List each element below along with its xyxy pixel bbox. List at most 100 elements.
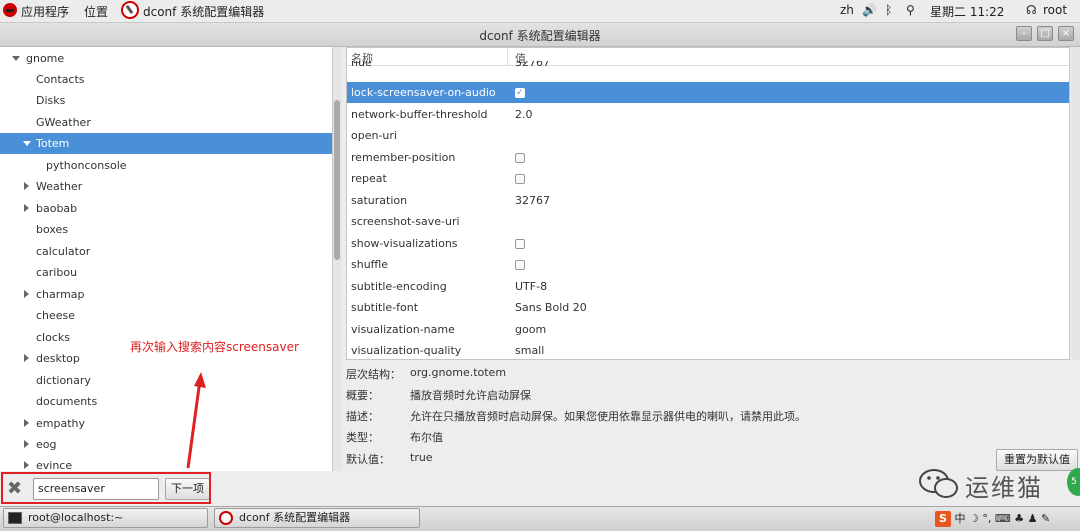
- table-row[interactable]: subtitle-encoding UTF-8: [347, 276, 1069, 297]
- accessibility-icon[interactable]: ⚲: [906, 3, 915, 17]
- type-label: 类型：: [346, 431, 379, 444]
- key-value[interactable]: goom: [515, 319, 546, 340]
- tree-item-baobab[interactable]: baobab: [0, 198, 330, 219]
- tools-icon[interactable]: ✎: [1041, 512, 1050, 525]
- key-name: saturation: [351, 194, 408, 207]
- keyboard-icon[interactable]: ⌨: [995, 512, 1011, 525]
- sogou-ime-icon[interactable]: S: [935, 511, 951, 527]
- expander-down-icon[interactable]: [12, 56, 20, 61]
- expander-down-icon[interactable]: [23, 141, 31, 146]
- table-row[interactable]: show-visualizations: [347, 233, 1069, 254]
- annotation-highlight-box: [1, 472, 211, 504]
- table-row[interactable]: remember-position: [347, 147, 1069, 168]
- minimize-button[interactable]: –: [1016, 26, 1032, 41]
- close-button[interactable]: ×: [1058, 26, 1074, 41]
- expander-right-icon[interactable]: [24, 290, 29, 298]
- key-value[interactable]: 2.0: [515, 104, 533, 125]
- tree-item-label: Totem: [36, 137, 70, 150]
- tree-item-calculator[interactable]: calculator: [36, 241, 90, 262]
- clock[interactable]: 星期二 11:22: [930, 3, 1004, 20]
- table-row[interactable]: saturation 32767: [347, 190, 1069, 211]
- tree-scrollbar-thumb[interactable]: [334, 100, 340, 260]
- taskbar-item-dconf[interactable]: dconf 系统配置编辑器: [214, 508, 420, 528]
- tree-item-gweather[interactable]: GWeather: [36, 112, 91, 133]
- checkbox[interactable]: [515, 174, 525, 184]
- tree-item-boxes[interactable]: boxes: [36, 219, 68, 240]
- ime-mode-label[interactable]: 中: [955, 512, 966, 525]
- table-row[interactable]: repeat: [347, 168, 1069, 189]
- window-title: dconf 系统配置编辑器: [479, 29, 601, 43]
- key-name: shuffle: [351, 258, 389, 271]
- table-scrollbar[interactable]: [1071, 47, 1080, 360]
- maximize-button[interactable]: □: [1037, 26, 1053, 41]
- checkbox[interactable]: [515, 153, 525, 163]
- input-language-indicator[interactable]: zh: [840, 3, 854, 17]
- table-row-selected[interactable]: lock-screensaver-on-audio: [347, 82, 1069, 104]
- default-value: true: [410, 451, 433, 464]
- expander-right-icon[interactable]: [24, 461, 29, 469]
- table-row[interactable]: network-buffer-threshold 2.0: [347, 104, 1069, 125]
- key-value[interactable]: Sans Bold 20: [515, 297, 587, 318]
- expander-right-icon[interactable]: [24, 354, 29, 362]
- checkbox[interactable]: [515, 260, 525, 270]
- gnome-top-bar: 应用程序 位置 dconf 系统配置编辑器 zh 🔊 ᛒ ⚲ 星期二 11:22…: [0, 0, 1080, 23]
- dconf-icon: [219, 511, 233, 525]
- tree-item-documents[interactable]: documents: [36, 391, 97, 412]
- key-value[interactable]: 32767: [515, 190, 550, 211]
- volume-icon[interactable]: 🔊: [862, 3, 877, 17]
- ime-tray[interactable]: S 中 ☽ °, ⌨ ♣ ♟ ✎: [935, 510, 1050, 528]
- expander-right-icon[interactable]: [24, 440, 29, 448]
- table-row[interactable]: subtitle-font Sans Bold 20: [347, 297, 1069, 318]
- tree-item-caribou[interactable]: caribou: [36, 262, 77, 283]
- table-row[interactable]: shuffle: [347, 254, 1069, 275]
- table-row[interactable]: screenshot-save-uri: [347, 211, 1069, 232]
- expander-right-icon[interactable]: [24, 204, 29, 212]
- bluetooth-icon[interactable]: ᛒ: [885, 3, 892, 17]
- tree-item-clocks[interactable]: clocks: [36, 327, 70, 348]
- places-menu[interactable]: 位置: [84, 3, 108, 20]
- window-titlebar[interactable]: dconf 系统配置编辑器 – □ ×: [0, 23, 1080, 47]
- punctuation-icon[interactable]: °,: [982, 512, 991, 525]
- tree-item-evince[interactable]: evince: [0, 455, 330, 471]
- tree-item-disks[interactable]: Disks: [36, 90, 65, 111]
- schema-tree[interactable]: gnome Contacts Disks GWeather Totem pyth…: [0, 47, 333, 471]
- tree-item-eog[interactable]: eog: [0, 434, 330, 455]
- key-value[interactable]: small: [515, 340, 544, 359]
- redhat-logo-icon: [3, 3, 17, 17]
- applications-menu[interactable]: 应用程序: [21, 3, 69, 20]
- table-row[interactable]: open-uri: [347, 125, 1069, 146]
- skin-icon[interactable]: ♣: [1014, 512, 1024, 525]
- user-menu[interactable]: root: [1043, 3, 1067, 17]
- expander-right-icon[interactable]: [24, 182, 29, 190]
- terminal-icon: [8, 512, 22, 524]
- tree-item-gnome[interactable]: gnome: [0, 48, 330, 69]
- tree-item-charmap[interactable]: charmap: [0, 284, 330, 305]
- tree-item-pythonconsole[interactable]: pythonconsole: [46, 155, 127, 176]
- table-row[interactable]: hue 32767: [347, 61, 1069, 77]
- tree-item-cheese[interactable]: cheese: [36, 305, 75, 326]
- summary-value: 播放音频时允许启动屏保: [410, 389, 531, 402]
- table-row[interactable]: visualization-quality small: [347, 340, 1069, 359]
- table-row[interactable]: visualization-name goom: [347, 319, 1069, 340]
- tree-item-contacts[interactable]: Contacts: [36, 69, 85, 90]
- tree-item-label: baobab: [36, 202, 78, 215]
- schema-value: org.gnome.totem: [410, 366, 507, 379]
- tree-item-weather[interactable]: Weather: [0, 176, 330, 197]
- shirt-icon[interactable]: ♟: [1028, 512, 1038, 525]
- tree-item-empathy[interactable]: empathy: [0, 413, 330, 434]
- wechat-icon: [919, 469, 958, 498]
- tree-item-label: gnome: [26, 52, 65, 65]
- schema-label: 层次结构：: [346, 368, 401, 381]
- moon-icon[interactable]: ☽: [969, 512, 979, 525]
- tree-item-totem[interactable]: Totem: [0, 133, 330, 154]
- checkbox-checked[interactable]: [515, 83, 525, 104]
- key-name: open-uri: [351, 129, 397, 142]
- expander-right-icon[interactable]: [24, 419, 29, 427]
- taskbar-item-terminal[interactable]: root@localhost:~: [3, 508, 208, 528]
- keys-table[interactable]: 名称 值 hue 32767 lock-screensaver-on-audio…: [346, 47, 1070, 360]
- user-icon: ☊: [1026, 3, 1037, 17]
- active-app-menu[interactable]: dconf 系统配置编辑器: [143, 3, 264, 20]
- tree-item-dictionary[interactable]: dictionary: [36, 370, 91, 391]
- checkbox[interactable]: [515, 239, 525, 249]
- key-value[interactable]: UTF-8: [515, 276, 547, 297]
